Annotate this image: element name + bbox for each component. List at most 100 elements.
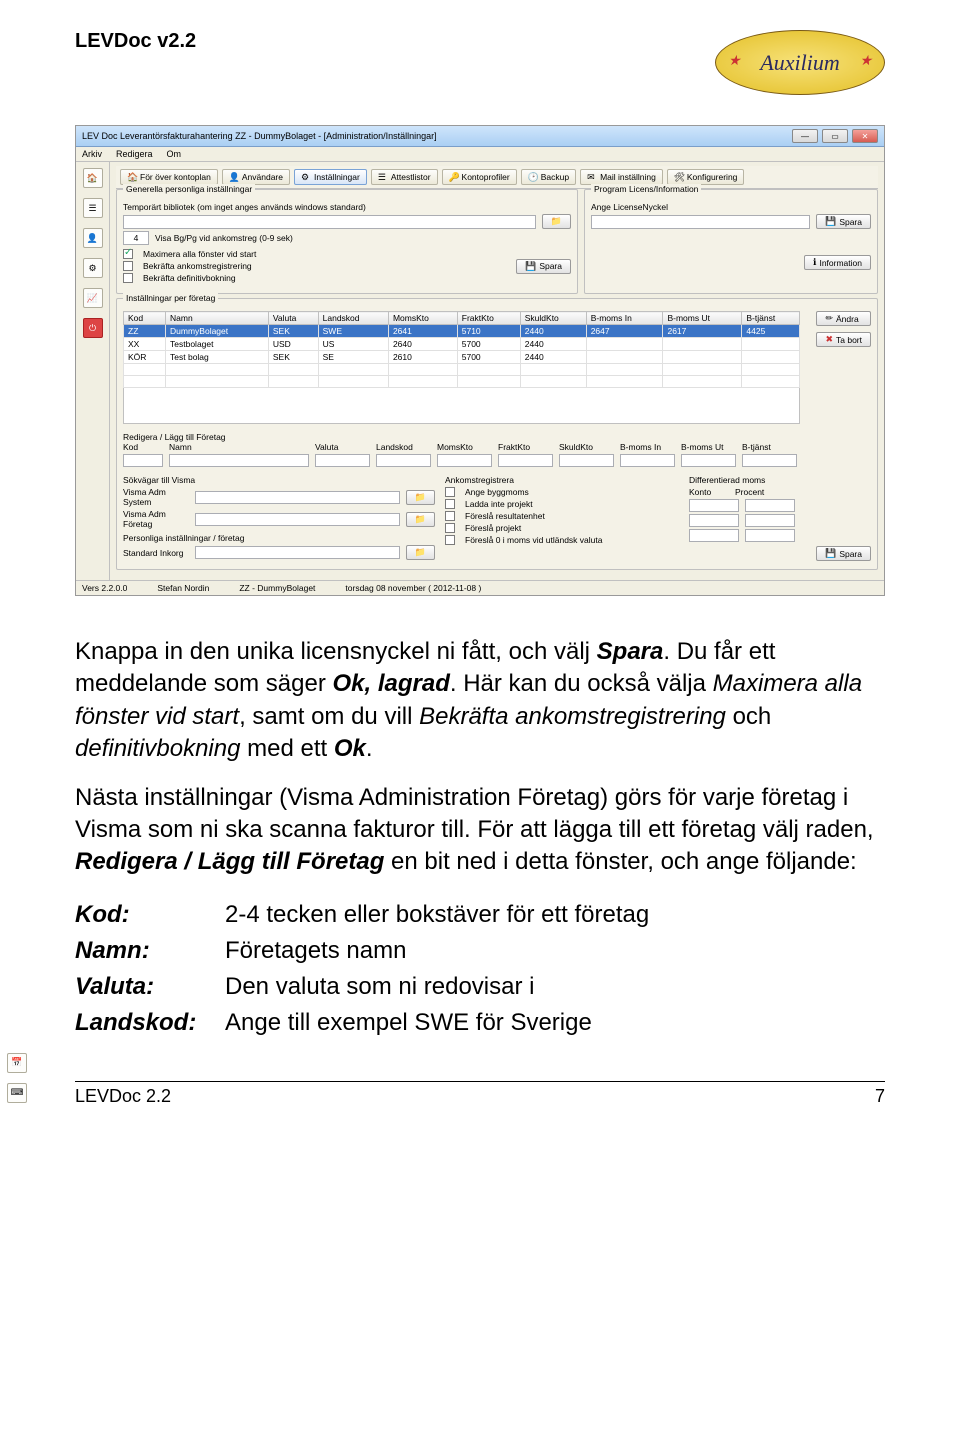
ank-check-label: Föreslå 0 i moms vid utländsk valuta	[465, 535, 602, 545]
def-key: Landskod	[75, 1005, 225, 1041]
table-header[interactable]: B-moms In	[586, 312, 663, 325]
edit-col-input[interactable]	[559, 454, 614, 467]
tb-attestlistor[interactable]: Attestlistor	[371, 169, 438, 185]
diff-konto-2[interactable]	[689, 514, 739, 527]
table-header[interactable]: Namn	[166, 312, 269, 325]
spara-licens-button[interactable]: Spara	[816, 214, 871, 229]
standard-inkorg-input[interactable]	[195, 546, 400, 559]
edit-col-input[interactable]	[498, 454, 553, 467]
diff-konto-1[interactable]	[689, 499, 739, 512]
tb-konfigurering[interactable]: Konfigurering	[667, 169, 745, 185]
table-row[interactable]: XXTestbolagetUSDUS264057002440	[124, 338, 800, 351]
temp-lib-input[interactable]	[123, 215, 536, 229]
edit-col-input[interactable]	[315, 454, 370, 467]
visma-adm-system-input[interactable]	[195, 491, 400, 504]
table-row[interactable]: ZZDummyBolagetSEKSWE26415710244026472617…	[124, 325, 800, 338]
group-per-foretag: Inställningar per företag	[123, 293, 218, 303]
sidebar-home-icon[interactable]	[83, 168, 103, 188]
status-date: torsdag 08 november ( 2012-11-08 )	[345, 583, 481, 593]
sidebar-stop-icon[interactable]: ⏻	[83, 318, 103, 338]
edit-col-input[interactable]	[376, 454, 431, 467]
table-header[interactable]: FraktKto	[457, 312, 520, 325]
spara-general-button[interactable]: Spara	[516, 259, 571, 274]
ank-checkbox[interactable]	[445, 499, 455, 509]
sidebar-gear-icon[interactable]	[83, 258, 103, 278]
diff-konto-label: Konto	[689, 487, 729, 497]
information-button[interactable]: Information	[804, 255, 871, 270]
paragraph-1: Knappa in den unika licensnyckel ni fått…	[75, 636, 885, 766]
table-header[interactable]: B-moms Ut	[663, 312, 742, 325]
def-key: Namn	[75, 933, 225, 969]
browse-inkorg-button[interactable]	[406, 545, 435, 560]
menu-om[interactable]: Om	[167, 149, 182, 159]
sidebar-chart-icon[interactable]: 📈	[83, 288, 103, 308]
tb-for-over-kontoplan[interactable]: För över kontoplan	[120, 169, 218, 185]
chk-bekr-def[interactable]	[123, 273, 133, 283]
temp-lib-label: Temporärt bibliotek (om inget anges anvä…	[123, 202, 571, 212]
tb-backup[interactable]: Backup	[521, 169, 576, 185]
edit-col-input[interactable]	[169, 454, 309, 467]
ank-checkbox[interactable]	[445, 511, 455, 521]
sidebar-user-icon[interactable]	[83, 228, 103, 248]
bgpg-spinner[interactable]: 4	[123, 231, 149, 245]
browse-temp-lib-button[interactable]	[542, 214, 571, 229]
tb-anvandare[interactable]: Användare	[222, 169, 290, 185]
sidebar-calendar-icon[interactable]: 📅	[7, 1053, 27, 1073]
chk-maximera[interactable]	[123, 249, 133, 259]
licens-input[interactable]	[591, 215, 810, 229]
sidebar-calc-icon[interactable]: ⌨	[7, 1083, 27, 1103]
andra-button[interactable]: Ändra	[816, 311, 871, 326]
def-value: Den valuta som ni redovisar i	[225, 969, 534, 1005]
left-sidebar: 📈 ⏻	[76, 162, 110, 580]
edit-col-input[interactable]	[620, 454, 675, 467]
menu-redigera[interactable]: Redigera	[116, 149, 153, 159]
edit-col-input[interactable]	[437, 454, 492, 467]
auxilium-logo: Auxilium	[715, 30, 885, 95]
table-header[interactable]: MomsKto	[388, 312, 457, 325]
edit-col-input[interactable]	[123, 454, 163, 467]
tabort-button[interactable]: Ta bort	[816, 332, 871, 347]
sok-title: Sökvägar till Visma	[123, 475, 435, 485]
spara-foretag-button[interactable]: Spara	[816, 546, 871, 561]
edit-col-input[interactable]	[742, 454, 797, 467]
table-row[interactable]	[124, 376, 800, 388]
table-row[interactable]	[124, 364, 800, 376]
menu-arkiv[interactable]: Arkiv	[82, 149, 102, 159]
ank-checkbox[interactable]	[445, 487, 455, 497]
window-close-button[interactable]: ✕	[852, 129, 878, 143]
diff-procent-label: Procent	[735, 487, 764, 497]
diff-procent-2[interactable]	[745, 514, 795, 527]
edit-col-label: MomsKto	[437, 442, 492, 452]
browse-visma-system-button[interactable]	[406, 490, 435, 505]
table-row[interactable]: KÖRTest bolagSEKSE261057002440	[124, 351, 800, 364]
ank-checkbox[interactable]	[445, 535, 455, 545]
edit-col-input[interactable]	[681, 454, 736, 467]
table-header[interactable]: Landskod	[318, 312, 388, 325]
edit-col-label: B-moms Ut	[681, 442, 736, 452]
footer-left: LEVDoc 2.2	[75, 1086, 171, 1107]
browse-visma-foretag-button[interactable]	[406, 512, 435, 527]
table-header[interactable]: Kod	[124, 312, 166, 325]
window-restore-button[interactable]: ▭	[822, 129, 848, 143]
tb-installningar[interactable]: Inställningar	[294, 169, 367, 185]
sidebar-list-icon[interactable]	[83, 198, 103, 218]
diff-procent-3[interactable]	[745, 529, 795, 542]
def-key: Kod	[75, 897, 225, 933]
foretag-table[interactable]: KodNamnValutaLandskodMomsKtoFraktKtoSkul…	[123, 311, 800, 388]
ank-checkbox[interactable]	[445, 523, 455, 533]
page-number: 7	[875, 1086, 885, 1107]
footer-rule	[75, 1081, 885, 1082]
diff-procent-1[interactable]	[745, 499, 795, 512]
tb-kontoprofiler[interactable]: Kontoprofiler	[442, 169, 517, 185]
diff-konto-3[interactable]	[689, 529, 739, 542]
tb-mail[interactable]: Mail inställning	[580, 169, 663, 185]
chk-bekr-ank[interactable]	[123, 261, 133, 271]
window-minimize-button[interactable]: —	[792, 129, 818, 143]
visma-adm-foretag-input[interactable]	[195, 513, 400, 526]
table-header[interactable]: Valuta	[268, 312, 318, 325]
standard-inkorg-label: Standard Inkorg	[123, 548, 189, 558]
table-header[interactable]: B-tjänst	[742, 312, 800, 325]
definition-list: Kod2-4 tecken eller bokstäver för ett fö…	[75, 897, 885, 1041]
status-company: ZZ - DummyBolaget	[239, 583, 315, 593]
table-header[interactable]: SkuldKto	[520, 312, 586, 325]
